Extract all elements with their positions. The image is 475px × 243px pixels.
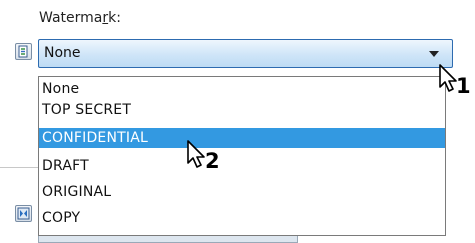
option-none[interactable]: None bbox=[39, 79, 445, 99]
option-draft[interactable]: DRAFT bbox=[39, 156, 445, 176]
chevron-down-icon[interactable] bbox=[429, 51, 439, 57]
watermark-document-icon bbox=[15, 43, 32, 60]
option-top-secret[interactable]: TOP SECRET bbox=[39, 100, 445, 120]
option-confidential[interactable]: CONFIDENTIAL bbox=[39, 128, 445, 148]
option-original[interactable]: ORIGINAL bbox=[39, 182, 445, 202]
watermark-select-value: None bbox=[44, 45, 81, 61]
cursor-step-2: 2 bbox=[186, 140, 220, 174]
watermark-select[interactable]: None bbox=[38, 39, 453, 68]
cursor-step-1: 1 bbox=[438, 64, 471, 98]
overlay-image-icon bbox=[15, 205, 32, 222]
watermark-label: Watermark: bbox=[39, 10, 121, 26]
step-1-number: 1 bbox=[456, 74, 471, 98]
watermark-dropdown-list[interactable]: None TOP SECRET CONFIDENTIAL DRAFT ORIGI… bbox=[38, 76, 446, 236]
section-divider bbox=[0, 167, 38, 168]
step-2-number: 2 bbox=[205, 149, 220, 173]
option-copy[interactable]: COPY bbox=[39, 208, 445, 228]
